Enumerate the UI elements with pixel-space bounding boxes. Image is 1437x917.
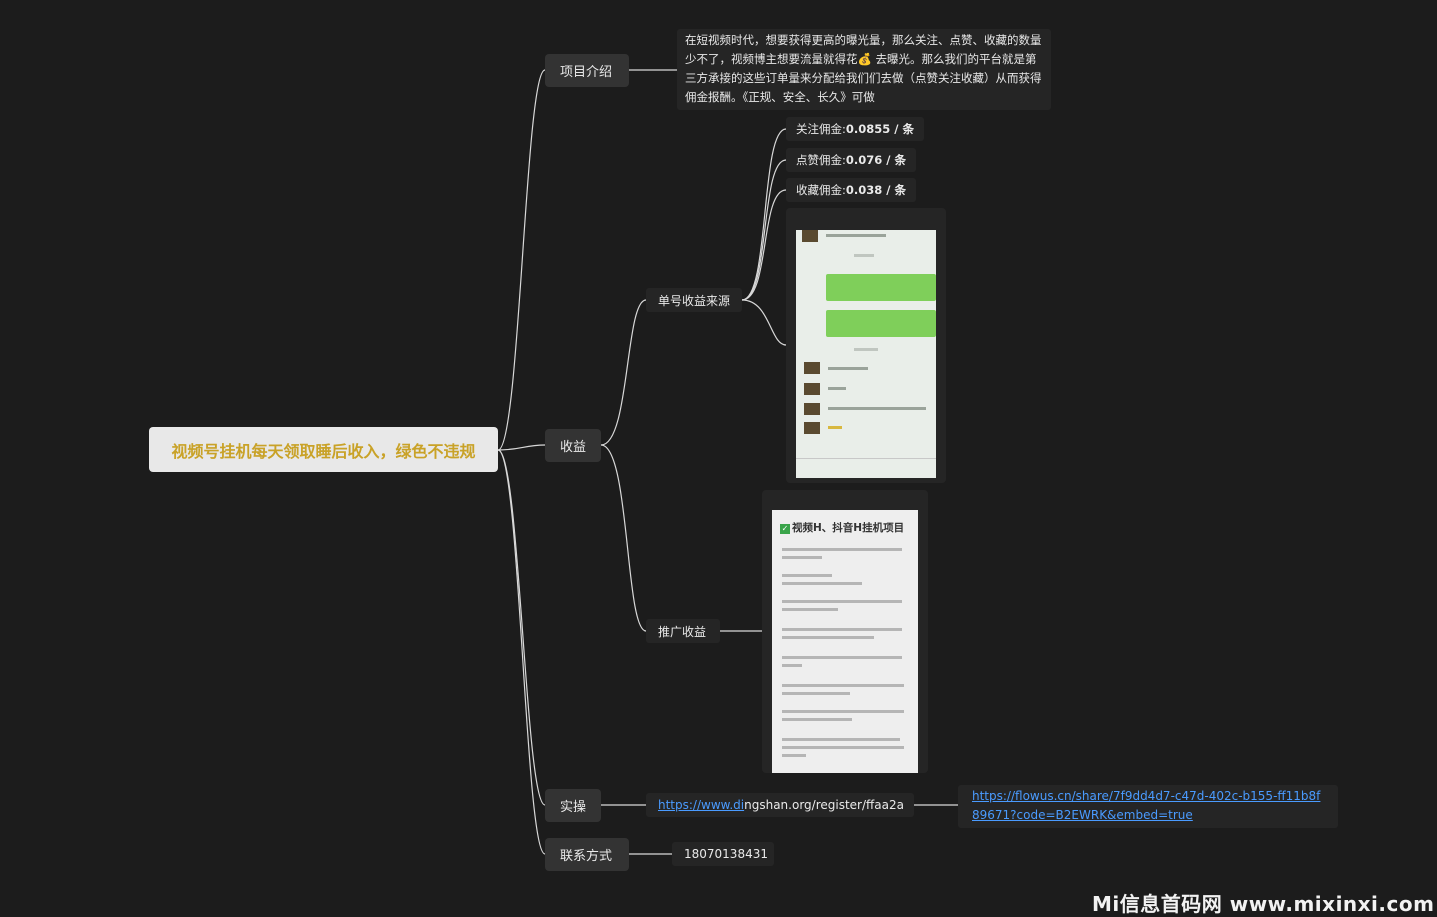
node-intro-label: 项目介绍 — [560, 65, 613, 80]
check-icon: ✓ — [780, 524, 790, 534]
price-follow-prefix: 关注佣金: — [796, 122, 846, 136]
poster-title: 视频H、抖音H挂机项目 — [792, 522, 905, 534]
price-collect-prefix: 收藏佣金: — [796, 183, 846, 197]
contact-phone: 18070138431 — [684, 847, 768, 861]
promo-poster: ✓ 视频H、抖音H挂机项目 — [772, 510, 918, 773]
node-income[interactable]: 收益 — [545, 429, 601, 462]
practice-url-rest: ngshan.org/register/ffaa2a — [744, 798, 904, 812]
node-promo-income-label: 推广收益 — [658, 624, 707, 639]
node-intro[interactable]: 项目介绍 — [545, 54, 629, 87]
node-contact-label: 联系方式 — [560, 849, 613, 864]
node-promo-income[interactable]: 推广收益 — [646, 619, 720, 643]
root-node[interactable]: 视频号挂机每天领取睡后收入，绿色不违规 — [149, 427, 498, 472]
root-title: 视频号挂机每天领取睡后收入，绿色不违规 — [171, 441, 476, 461]
practice-url-node[interactable]: https://www.di ngshan.org/register/ffaa2a — [646, 793, 914, 817]
node-practice-label: 实操 — [560, 800, 587, 815]
price-like-prefix: 点赞佣金: — [796, 153, 846, 167]
node-practice[interactable]: 实操 — [545, 789, 601, 822]
price-like-value: 0.076 / 条 — [845, 153, 906, 167]
chat-screenshot — [796, 230, 936, 478]
price-follow-value: 0.0855 / 条 — [845, 122, 914, 136]
contact-phone-node[interactable]: 18070138431 — [672, 842, 774, 866]
price-collect[interactable]: 收藏佣金: 0.038 / 条 — [786, 178, 916, 202]
price-follow[interactable]: 关注佣金: 0.0855 / 条 — [786, 117, 924, 141]
price-collect-value: 0.038 / 条 — [845, 183, 906, 197]
node-income-label: 收益 — [560, 440, 587, 455]
promo-poster-image[interactable]: ✓ 视频H、抖音H挂机项目 — [762, 490, 928, 773]
chat-screenshot-image[interactable] — [786, 208, 946, 483]
price-like[interactable]: 点赞佣金: 0.076 / 条 — [786, 148, 916, 172]
intro-description[interactable]: 在短视频时代，想要获得更高的曝光量，那么关注、点赞、收藏的数量少不了，视频博主想… — [677, 29, 1051, 110]
node-single-income-label: 单号收益来源 — [658, 293, 731, 308]
node-single-income[interactable]: 单号收益来源 — [646, 288, 742, 312]
flowus-link-node[interactable]: https://flowus.cn/share/7f9dd4d7-c47d-40… — [958, 785, 1338, 828]
intro-description-text: 在短视频时代，想要获得更高的曝光量，那么关注、点赞、收藏的数量少不了，视频博主想… — [685, 33, 1042, 104]
node-contact[interactable]: 联系方式 — [545, 838, 629, 871]
flowus-link[interactable]: https://flowus.cn/share/7f9dd4d7-c47d-40… — [972, 789, 1320, 822]
practice-url-link[interactable]: https://www.di — [658, 798, 744, 812]
